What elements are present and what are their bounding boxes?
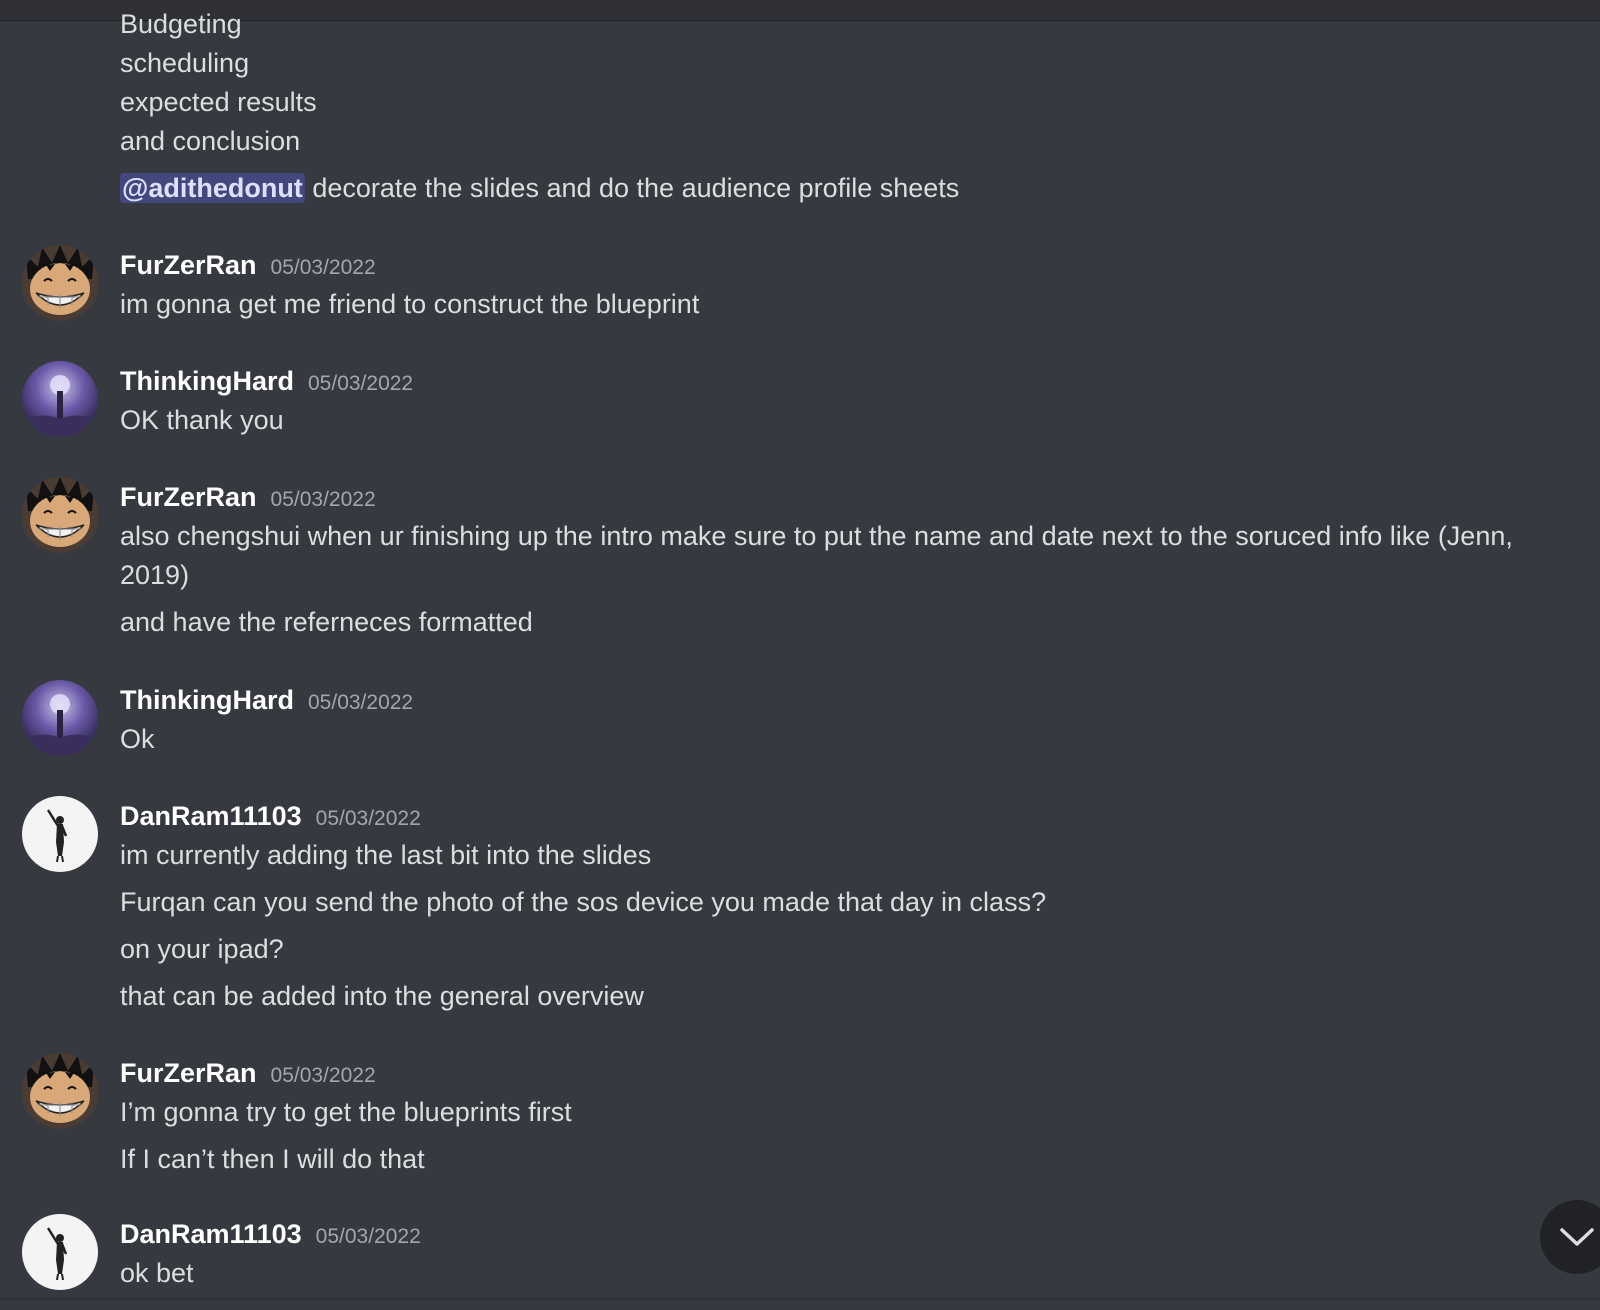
avatar[interactable] — [22, 1053, 98, 1129]
message-header: ThinkingHard 05/03/2022 — [120, 680, 1570, 720]
message-continuation: Budgeting scheduling expected results an… — [120, 5, 959, 208]
message-text: ok bet — [120, 1258, 194, 1288]
galaxy-avatar-icon — [22, 361, 98, 437]
username[interactable]: FurZerRan — [120, 1058, 257, 1088]
message-text: on your ipad? — [120, 934, 284, 964]
message-header: ThinkingHard 05/03/2022 — [120, 361, 1570, 401]
message-line: Budgeting — [120, 9, 242, 39]
message-text: I’m gonna try to get the blueprints firs… — [120, 1097, 572, 1127]
message-text: If I can’t then I will do that — [120, 1144, 425, 1174]
message-text: decorate the slides and do the audience … — [304, 173, 960, 203]
avatar[interactable] — [22, 245, 98, 321]
message-text: OK thank you — [120, 405, 284, 435]
message-header: DanRam11103 05/03/2022 — [120, 1214, 1570, 1254]
username[interactable]: DanRam11103 — [120, 1219, 302, 1249]
timestamp: 05/03/2022 — [270, 488, 376, 511]
avatar[interactable] — [22, 680, 98, 756]
luffy-avatar-icon — [22, 477, 98, 553]
message-line: expected results — [120, 87, 317, 117]
message-content: DanRam11103 05/03/2022 ok bet — [120, 1214, 1570, 1293]
avatar[interactable] — [22, 796, 98, 872]
message-content: FurZerRan 05/03/2022 also chengshui when … — [120, 477, 1570, 642]
username[interactable]: ThinkingHard — [120, 366, 294, 396]
timestamp: 05/03/2022 — [315, 807, 421, 830]
message-content: ThinkingHard 05/03/2022 Ok — [120, 680, 1570, 759]
avatar[interactable] — [22, 1214, 98, 1290]
message-text: im currently adding the last bit into th… — [120, 840, 652, 870]
message-content: FurZerRan 05/03/2022 im gonna get me frie… — [120, 245, 1570, 324]
message-line: and conclusion — [120, 126, 301, 156]
silhouette-avatar-icon — [22, 796, 98, 872]
message-header: FurZerRan 05/03/2022 — [120, 245, 1570, 285]
message-header: FurZerRan 05/03/2022 — [120, 477, 1570, 517]
timestamp: 05/03/2022 — [308, 372, 414, 395]
message-text: Furqan can you send the photo of the sos… — [120, 887, 1047, 917]
username[interactable]: FurZerRan — [120, 482, 257, 512]
bottom-bar — [0, 1298, 1600, 1300]
timestamp: 05/03/2022 — [270, 1064, 376, 1087]
timestamp: 05/03/2022 — [270, 256, 376, 279]
message-text: and have the referneces formatted — [120, 607, 533, 637]
chevron-down-icon — [1560, 1228, 1594, 1246]
message-header: FurZerRan 05/03/2022 — [120, 1053, 1570, 1093]
username[interactable]: FurZerRan — [120, 250, 257, 280]
message-content: DanRam11103 05/03/2022 im currently addin… — [120, 796, 1570, 1016]
chat-messages: Budgeting scheduling expected results an… — [0, 0, 1600, 1300]
avatar[interactable] — [22, 477, 98, 553]
timestamp: 05/03/2022 — [315, 1225, 421, 1248]
message-text: also chengshui when ur finishing up the … — [120, 521, 1521, 590]
luffy-avatar-icon — [22, 245, 98, 321]
user-mention[interactable]: @adithedonut — [120, 173, 305, 203]
message-text: that can be added into the general overv… — [120, 981, 644, 1011]
message-line: scheduling — [120, 48, 250, 78]
message-content: FurZerRan 05/03/2022 I’m gonna try to get… — [120, 1053, 1570, 1179]
galaxy-avatar-icon — [22, 680, 98, 756]
username[interactable]: DanRam11103 — [120, 801, 302, 831]
timestamp: 05/03/2022 — [308, 691, 414, 714]
username[interactable]: ThinkingHard — [120, 685, 294, 715]
luffy-avatar-icon — [22, 1053, 98, 1129]
avatar[interactable] — [22, 361, 98, 437]
silhouette-avatar-icon — [22, 1214, 98, 1290]
message-header: DanRam11103 05/03/2022 — [120, 796, 1570, 836]
message-line: @adithedonut decorate the slides and do … — [120, 169, 959, 208]
message-content: ThinkingHard 05/03/2022 OK thank you — [120, 361, 1570, 440]
message-text: Ok — [120, 724, 155, 754]
message-text: im gonna get me friend to construct the … — [120, 289, 700, 319]
